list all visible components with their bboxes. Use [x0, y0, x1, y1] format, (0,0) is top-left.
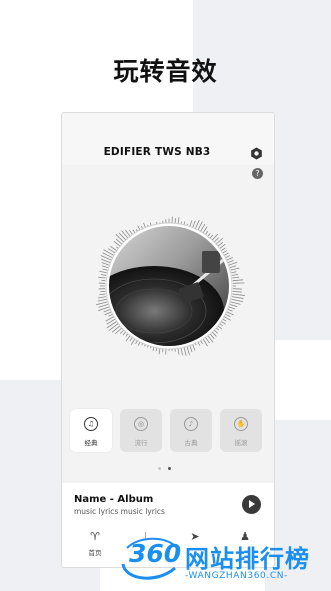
watermark-name: 网站排行榜 — [185, 545, 310, 573]
waveform-tick — [108, 322, 120, 331]
mode-classic-button[interactable]: ♫ 经典 — [70, 409, 112, 452]
waveform-tick — [223, 316, 231, 321]
help-button[interactable]: ? — [252, 168, 263, 179]
waveform-tick — [231, 271, 237, 274]
waveform-tick — [108, 313, 113, 317]
watermark-url: -WANGZHAN360.CN- — [185, 571, 288, 581]
waveform-tick — [96, 301, 108, 306]
disc-icon: ◎ — [134, 417, 148, 431]
nav-label: 首页 — [88, 549, 102, 557]
waveform-tick — [100, 274, 107, 276]
mode-label: 流行 — [134, 439, 148, 447]
waveform-tick — [227, 309, 233, 312]
earbuds-icon: ♈ — [90, 530, 100, 543]
waveform-tick — [106, 320, 118, 329]
settings-button[interactable] — [250, 145, 263, 160]
waveform-tick — [102, 268, 108, 271]
waveform-tick — [99, 270, 107, 274]
page-dot[interactable] — [158, 467, 161, 470]
waveform-tick — [97, 296, 107, 299]
waveform-tick — [232, 293, 245, 296]
waveform-tick — [231, 298, 244, 303]
waveform-tick — [115, 234, 126, 244]
track-lyrics: music lyrics music lyrics — [74, 507, 165, 516]
mode-pop-button[interactable]: ◎ 流行 — [120, 409, 162, 452]
music-note-icon: ♫ — [84, 417, 98, 431]
waveform-tick — [228, 261, 238, 266]
mode-label: 古典 — [184, 439, 198, 447]
waveform-tick — [232, 290, 242, 293]
waveform-tick — [97, 298, 107, 302]
waveform-tick — [230, 301, 241, 305]
mode-classical-button[interactable]: ♪ 古典 — [170, 409, 212, 452]
waveform-tick — [232, 279, 244, 282]
watermark-logo-text: 360 — [129, 539, 182, 568]
waveform-tick — [98, 276, 106, 279]
waveform-tick — [98, 304, 109, 308]
promo-title: 玩转音效 — [113, 57, 218, 86]
waveform-tick — [226, 311, 234, 316]
track-title: Name - Album — [74, 494, 154, 505]
waveform-tick — [232, 276, 240, 279]
mode-label: 摇滚 — [234, 439, 248, 447]
waveform-tick — [227, 259, 234, 263]
page-dot-active[interactable] — [168, 467, 171, 470]
waveform-tick — [104, 311, 112, 316]
vinyl-record-icon — [96, 216, 245, 356]
waveform-tick — [228, 306, 236, 310]
page-indicator — [156, 467, 182, 471]
waveform-tick — [223, 252, 229, 256]
waveform-tick — [231, 296, 244, 299]
hand-icon: ✋ — [234, 417, 248, 431]
waveform-tick — [100, 258, 111, 263]
sound-mode-selector: ♫ 经典 ◎ 流行 ♪ 古典 ✋ 摇滚 — [70, 409, 270, 453]
waveform-tick — [101, 265, 109, 268]
waveform-tick — [230, 267, 240, 271]
waveform-tick — [229, 265, 237, 268]
watermark: 360 网站排行榜 -WANGZHAN360.CN- — [117, 532, 331, 591]
waveform-tick — [229, 304, 238, 308]
hexagon-settings-icon — [251, 147, 262, 160]
waveform-tick — [99, 293, 106, 296]
waveform-tick — [225, 313, 231, 318]
vinyl-visualizer — [84, 211, 254, 361]
violin-icon: ♪ — [184, 417, 198, 431]
phone-screen: EDIFIER TWS NB3 ? ♫ 经典 ◎ 流行 ♪ 古典 ✋ 摇滚 Na… — [61, 112, 275, 568]
mode-rock-button[interactable]: ✋ 摇滚 — [220, 409, 262, 452]
waveform-tick — [103, 249, 115, 256]
waveform-tick — [111, 324, 122, 333]
nav-home[interactable]: ♈ 首页 — [80, 530, 110, 566]
waveform-tick — [225, 255, 230, 259]
waveform-tick — [101, 262, 110, 266]
play-button[interactable] — [242, 495, 261, 514]
waveform-tick — [103, 309, 111, 313]
waveform-tick — [226, 257, 233, 261]
device-name: EDIFIER TWS NB3 — [103, 146, 211, 158]
mode-label: 经典 — [84, 439, 98, 447]
waveform-tick — [231, 273, 239, 276]
